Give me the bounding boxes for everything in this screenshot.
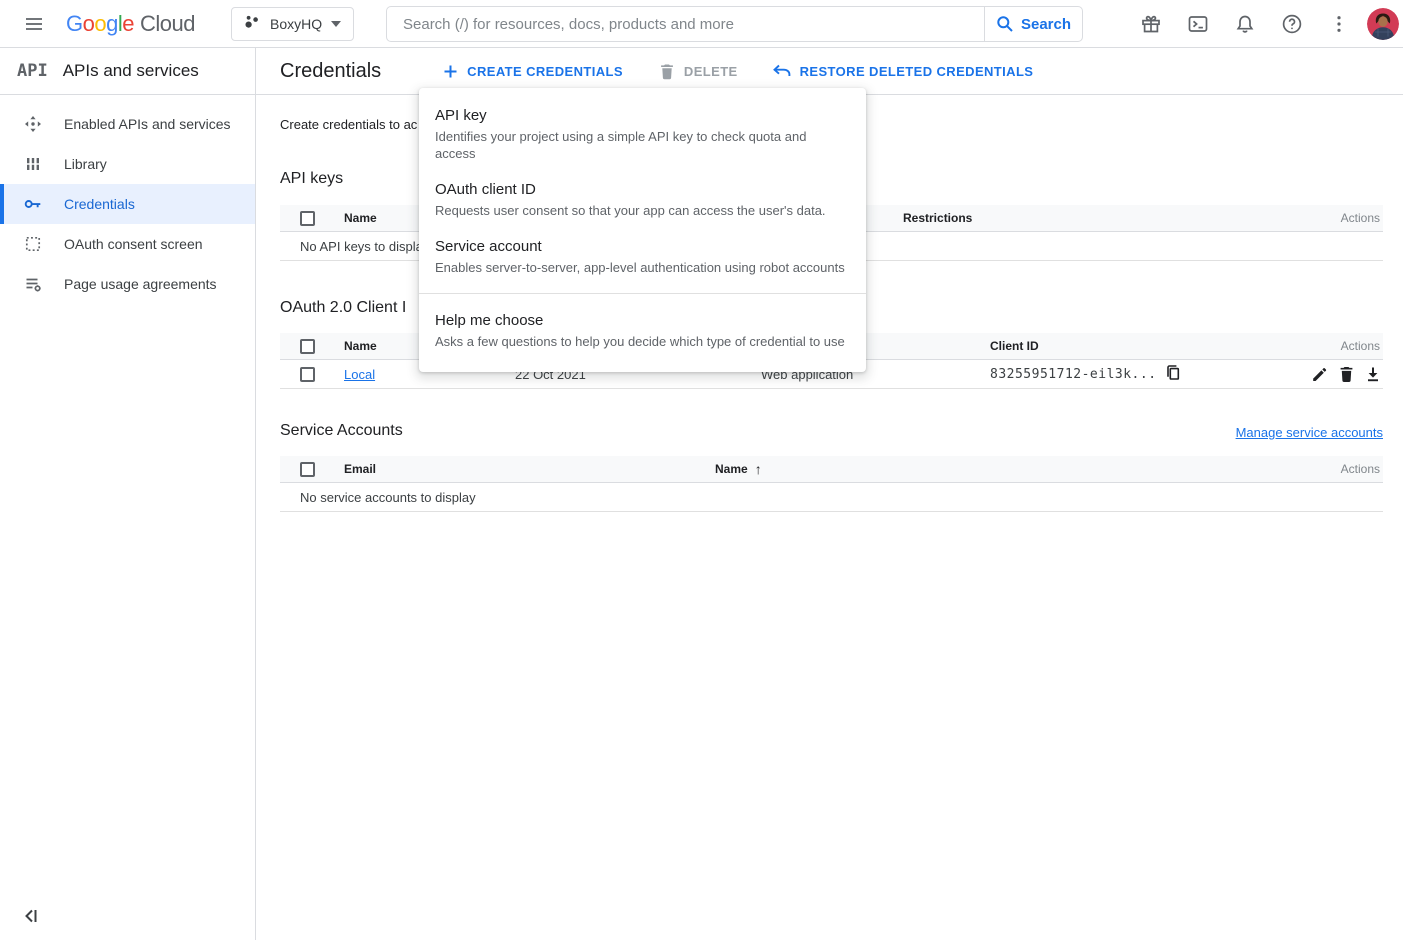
row-checkbox[interactable] bbox=[300, 367, 315, 382]
page-title: Credentials bbox=[280, 60, 381, 83]
chevron-down-icon bbox=[331, 21, 341, 27]
menu-item-api-key[interactable]: API key Identifies your project using a … bbox=[419, 97, 866, 171]
create-credentials-button[interactable]: CREATE CREDENTIALS bbox=[443, 64, 623, 79]
project-name: BoxyHQ bbox=[270, 16, 322, 32]
sidebar-item-library[interactable]: Library bbox=[0, 144, 255, 184]
search-button[interactable]: Search bbox=[984, 7, 1082, 41]
logo-letter: o bbox=[94, 11, 106, 36]
column-header-email[interactable]: Email bbox=[344, 462, 715, 476]
google-cloud-console: Google Cloud BoxyHQ Search bbox=[0, 0, 1403, 940]
menu-item-description: Requests user consent so that your app c… bbox=[435, 202, 850, 219]
search-box: Search bbox=[386, 6, 1083, 42]
column-header-name[interactable]: Name ↑ bbox=[715, 461, 1291, 477]
project-icon bbox=[244, 13, 261, 35]
menu-item-title: API key bbox=[435, 106, 850, 126]
api-logo-icon: API bbox=[17, 61, 48, 81]
menu-item-description: Asks a few questions to help you decide … bbox=[435, 333, 850, 350]
sidebar: API APIs and services Enabled APIs and s… bbox=[0, 48, 256, 940]
oauth-consent-icon bbox=[24, 235, 42, 253]
sidebar-item-credentials[interactable]: Credentials bbox=[0, 184, 255, 224]
menu-item-oauth-client-id[interactable]: OAuth client ID Requests user consent so… bbox=[419, 171, 866, 228]
column-header-restrictions[interactable]: Restrictions bbox=[903, 211, 1291, 225]
sidebar-item-label: Credentials bbox=[64, 196, 135, 212]
restore-deleted-credentials-button[interactable]: RESTORE DELETED CREDENTIALS bbox=[772, 64, 1034, 79]
service-accounts-table-header: Email Name ↑ Actions bbox=[280, 456, 1383, 483]
logo-letter: e bbox=[122, 11, 134, 36]
hamburger-menu-icon[interactable] bbox=[22, 12, 46, 36]
service-accounts-empty-text: No service accounts to display bbox=[280, 490, 1383, 505]
oauth-client-actions bbox=[1271, 366, 1383, 383]
delete-button[interactable]: DELETE bbox=[659, 63, 738, 80]
sidebar-header: API APIs and services bbox=[0, 48, 255, 95]
oauth-client-id-value: 83255951712-eil3k... bbox=[990, 367, 1157, 382]
edit-icon[interactable] bbox=[1311, 366, 1328, 383]
menu-item-title: Help me choose bbox=[435, 311, 850, 331]
notifications-icon[interactable] bbox=[1233, 12, 1257, 36]
cloud-shell-icon[interactable] bbox=[1186, 12, 1210, 36]
search-icon bbox=[996, 15, 1014, 33]
select-all-checkbox[interactable] bbox=[300, 462, 315, 477]
sidebar-item-enabled-apis[interactable]: Enabled APIs and services bbox=[0, 104, 255, 144]
column-header-actions: Actions bbox=[1291, 462, 1383, 476]
service-accounts-table: Email Name ↑ Actions No service accounts… bbox=[280, 456, 1383, 512]
collapse-sidebar-icon[interactable] bbox=[22, 906, 42, 926]
help-icon[interactable] bbox=[1280, 12, 1304, 36]
copy-icon[interactable] bbox=[1165, 364, 1181, 385]
plus-icon bbox=[443, 64, 458, 79]
restore-label: RESTORE DELETED CREDENTIALS bbox=[800, 64, 1034, 79]
sidebar-item-oauth-consent[interactable]: OAuth consent screen bbox=[0, 224, 255, 264]
search-button-label: Search bbox=[1021, 16, 1071, 33]
sidebar-nav: Enabled APIs and services Library Creden… bbox=[0, 95, 255, 304]
create-credentials-label: CREATE CREDENTIALS bbox=[467, 64, 623, 79]
service-accounts-heading: Service Accounts bbox=[280, 422, 403, 440]
sort-asc-icon[interactable]: ↑ bbox=[755, 461, 762, 477]
manage-service-accounts-link[interactable]: Manage service accounts bbox=[1236, 425, 1383, 440]
menu-item-title: OAuth client ID bbox=[435, 180, 850, 200]
column-header-client-id[interactable]: Client ID bbox=[990, 339, 1271, 353]
page-usage-icon bbox=[24, 275, 42, 293]
column-header-actions: Actions bbox=[1271, 339, 1383, 353]
delete-icon[interactable] bbox=[1339, 366, 1354, 383]
top-bar-icons bbox=[1139, 0, 1351, 48]
menu-item-description: Enables server-to-server, app-level auth… bbox=[435, 259, 850, 276]
download-icon[interactable] bbox=[1365, 366, 1381, 383]
sidebar-title: APIs and services bbox=[63, 61, 199, 81]
avatar[interactable] bbox=[1367, 8, 1399, 40]
delete-label: DELETE bbox=[684, 64, 738, 79]
menu-item-help-me-choose[interactable]: Help me choose Asks a few questions to h… bbox=[419, 302, 866, 359]
trash-icon bbox=[659, 63, 675, 80]
enabled-apis-icon bbox=[24, 115, 42, 133]
library-icon bbox=[24, 155, 42, 173]
menu-item-description: Identifies your project using a simple A… bbox=[435, 128, 850, 162]
sidebar-item-page-usage[interactable]: Page usage agreements bbox=[0, 264, 255, 304]
sidebar-item-label: Enabled APIs and services bbox=[64, 116, 231, 132]
service-accounts-empty-row: No service accounts to display bbox=[280, 483, 1383, 512]
top-bar: Google Cloud BoxyHQ Search bbox=[0, 0, 1403, 48]
menu-item-title: Service account bbox=[435, 237, 850, 257]
logo-letter: o bbox=[83, 11, 95, 36]
sidebar-item-label: Library bbox=[64, 156, 107, 172]
name-label: Name bbox=[715, 462, 748, 476]
select-all-checkbox[interactable] bbox=[300, 211, 315, 226]
sidebar-item-label: Page usage agreements bbox=[64, 276, 217, 292]
more-vertical-icon[interactable] bbox=[1327, 12, 1351, 36]
logo-letter: g bbox=[106, 11, 118, 36]
google-cloud-logo[interactable]: Google Cloud bbox=[66, 11, 195, 37]
menu-item-service-account[interactable]: Service account Enables server-to-server… bbox=[419, 228, 866, 285]
select-all-checkbox[interactable] bbox=[300, 339, 315, 354]
service-accounts-header-row: Service Accounts Manage service accounts bbox=[280, 422, 1383, 440]
logo-cloud-text: Cloud bbox=[140, 11, 195, 37]
menu-divider bbox=[419, 293, 866, 294]
key-icon bbox=[24, 195, 42, 213]
undo-icon bbox=[772, 64, 791, 79]
create-credentials-menu: API key Identifies your project using a … bbox=[419, 88, 866, 372]
logo-letter: G bbox=[66, 11, 83, 36]
project-selector[interactable]: BoxyHQ bbox=[231, 7, 354, 41]
search-input[interactable] bbox=[387, 7, 984, 41]
gift-icon[interactable] bbox=[1139, 12, 1163, 36]
sidebar-item-label: OAuth consent screen bbox=[64, 236, 203, 252]
column-header-actions: Actions bbox=[1291, 211, 1383, 225]
oauth-client-name-link[interactable]: Local bbox=[344, 367, 375, 382]
